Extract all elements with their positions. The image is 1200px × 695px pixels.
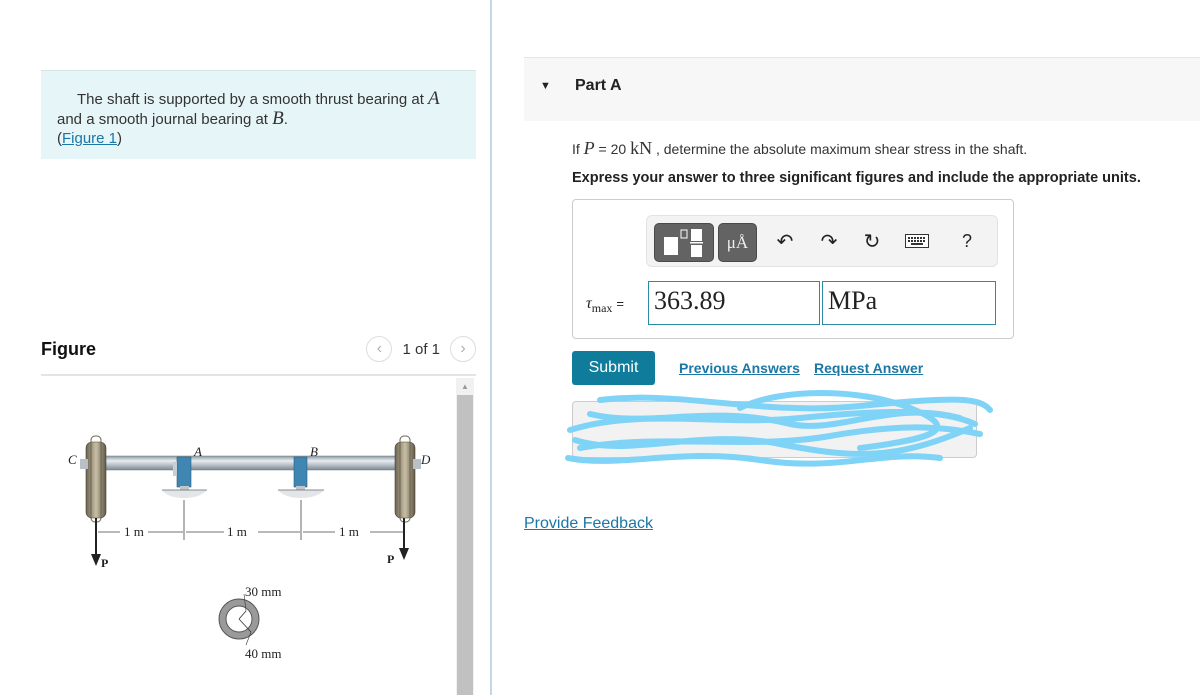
submit-button[interactable]: Submit bbox=[572, 351, 655, 385]
label-inner-radius: 30 mm bbox=[245, 584, 281, 599]
label-p-right: P bbox=[387, 552, 394, 566]
dim-label-1: 1 m bbox=[124, 524, 144, 539]
force-arrow-left bbox=[91, 518, 101, 566]
provide-feedback-link[interactable]: Provide Feedback bbox=[524, 515, 653, 533]
figure-link[interactable]: Figure 1 bbox=[62, 130, 117, 147]
answer-box: μÅ ↶ ↷ ↻ ? τmax = 363.89 MPa bbox=[572, 199, 1014, 339]
force-arrow-right bbox=[399, 518, 409, 560]
units-button[interactable]: μÅ bbox=[718, 223, 757, 262]
figure-header: Figure ‹ 1 of 1 › bbox=[41, 336, 476, 376]
redo-button[interactable]: ↷ bbox=[815, 226, 843, 256]
label-p-left: P bbox=[101, 556, 108, 570]
label-b: B bbox=[310, 444, 318, 459]
cross-section bbox=[218, 593, 260, 646]
label-c: C bbox=[68, 452, 77, 467]
pulley-c bbox=[80, 435, 107, 523]
value-input[interactable]: 363.89 bbox=[648, 281, 820, 325]
request-answer-link[interactable]: Request Answer bbox=[814, 360, 923, 376]
left-panel: The shaft is supported by a smooth thrus… bbox=[0, 0, 490, 695]
chevron-right-icon: › bbox=[460, 340, 466, 357]
part-title: Part A bbox=[575, 77, 622, 94]
undo-button[interactable]: ↶ bbox=[771, 226, 799, 256]
keyboard-icon bbox=[905, 234, 929, 248]
label-d: D bbox=[420, 452, 431, 467]
caret-down-icon[interactable]: ▼ bbox=[540, 80, 551, 92]
figure-title: Figure bbox=[41, 339, 97, 359]
templates-icon bbox=[664, 229, 703, 257]
var-b: B bbox=[272, 108, 284, 129]
templates-button[interactable] bbox=[654, 223, 714, 262]
scroll-up-arrow-icon[interactable]: ▲ bbox=[456, 378, 474, 394]
chevron-left-icon: ‹ bbox=[376, 340, 383, 357]
part-a-header[interactable]: ▼ Part A bbox=[524, 57, 1200, 121]
next-figure-button[interactable]: › bbox=[450, 336, 476, 362]
panel-divider bbox=[490, 0, 492, 695]
pulley-d bbox=[394, 435, 421, 523]
figure-scrollbar[interactable]: ▲ bbox=[456, 378, 474, 695]
scroll-thumb[interactable] bbox=[457, 395, 473, 695]
redaction-scribble bbox=[565, 390, 993, 467]
answer-label: τmax = bbox=[586, 295, 624, 316]
reset-button[interactable]: ↻ bbox=[858, 226, 886, 256]
problem-statement: The shaft is supported by a smooth thrus… bbox=[41, 70, 476, 159]
dimension-lines bbox=[98, 500, 405, 540]
shaft-figure: C A B D 1 m 1 m 1 m P P 30 mm 40 mm bbox=[68, 435, 431, 661]
undo-icon: ↶ bbox=[776, 230, 794, 253]
math-toolbar: μÅ ↶ ↷ ↻ ? bbox=[646, 215, 998, 267]
dim-label-3: 1 m bbox=[339, 524, 359, 539]
unit-input[interactable]: MPa bbox=[822, 281, 996, 325]
prev-figure-button[interactable]: ‹ bbox=[366, 336, 393, 362]
figure-pager: ‹ 1 of 1 › bbox=[366, 336, 476, 362]
redo-icon: ↷ bbox=[820, 230, 838, 253]
var-a: A bbox=[428, 88, 440, 109]
shaft bbox=[99, 455, 401, 471]
pager-count: 1 of 1 bbox=[402, 340, 440, 358]
label-a: A bbox=[193, 444, 202, 459]
reset-icon: ↻ bbox=[863, 230, 881, 253]
question-text: If P = 20 kN , determine the absolute ma… bbox=[572, 138, 1028, 158]
dim-label-2: 1 m bbox=[227, 524, 247, 539]
keyboard-button[interactable] bbox=[903, 226, 931, 256]
previous-answers-link[interactable]: Previous Answers bbox=[679, 360, 800, 376]
instruction-text: Express your answer to three significant… bbox=[572, 170, 1141, 186]
help-button[interactable]: ? bbox=[953, 226, 981, 256]
label-outer-radius: 40 mm bbox=[245, 646, 281, 661]
